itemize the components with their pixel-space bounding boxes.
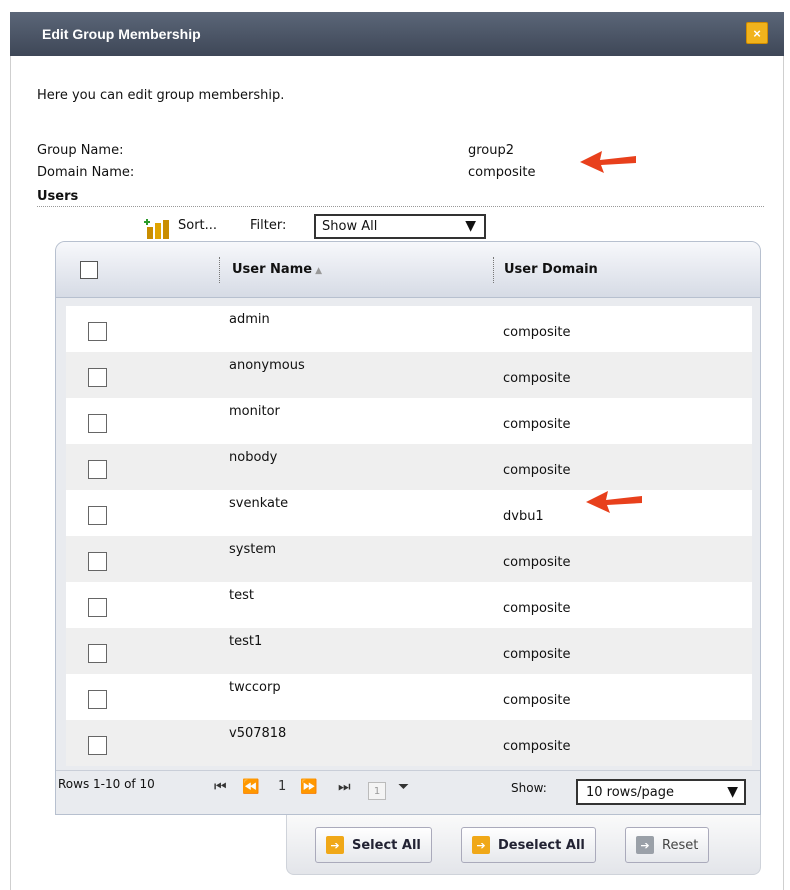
chevron-down-icon: ▼ <box>465 218 476 234</box>
domain-name-label: Domain Name: <box>37 165 135 180</box>
table-row[interactable]: anonymous composite <box>66 352 752 398</box>
group-name-label: Group Name: <box>37 143 124 158</box>
table-row[interactable]: svenkate dvbu1 <box>66 490 752 536</box>
row-checkbox[interactable] <box>88 598 107 617</box>
grid-rows: admin composite anonymous composite moni… <box>66 306 752 766</box>
row-checkbox[interactable] <box>88 690 107 709</box>
users-section-title: Users <box>37 189 79 204</box>
current-page: 1 <box>278 779 287 794</box>
table-row[interactable]: admin composite <box>66 306 752 352</box>
table-row[interactable]: twccorp composite <box>66 674 752 720</box>
column-separator <box>219 257 220 283</box>
intro-text: Here you can edit group membership. <box>37 88 285 103</box>
user-name-cell: system <box>229 542 276 557</box>
user-domain-cell: composite <box>503 417 571 432</box>
table-row[interactable]: system composite <box>66 536 752 582</box>
row-checkbox[interactable] <box>88 552 107 571</box>
page-number-input[interactable]: 1 <box>368 782 386 800</box>
last-page-icon[interactable]: ⏭ <box>338 779 351 795</box>
go-to-page-icon[interactable]: ⏷ <box>398 779 409 795</box>
table-row[interactable]: v507818 composite <box>66 720 752 766</box>
row-checkbox[interactable] <box>88 506 107 525</box>
rows-per-page-value: 10 rows/page <box>586 784 674 800</box>
column-separator <box>493 257 494 283</box>
next-page-icon[interactable]: ⏩ <box>300 779 317 795</box>
button-bar: ➔ Select All ➔ Deselect All ➔ Reset <box>286 815 761 875</box>
filter-label: Filter: <box>250 218 287 233</box>
close-icon[interactable]: × <box>746 22 768 44</box>
annotation-arrow-icon <box>586 491 642 513</box>
first-page-icon[interactable]: ⏮ <box>214 779 227 795</box>
column-header-user-name[interactable]: User Name ▲ <box>232 262 322 277</box>
dialog-title: Edit Group Membership <box>42 26 201 42</box>
column-header-user-domain[interactable]: User Domain <box>504 262 598 277</box>
user-name-cell: test1 <box>229 634 263 649</box>
previous-page-icon[interactable]: ⏪ <box>242 779 259 795</box>
row-checkbox[interactable] <box>88 322 107 341</box>
deselect-all-button[interactable]: ➔ Deselect All <box>461 827 596 863</box>
section-divider <box>37 206 764 207</box>
user-domain-cell: composite <box>503 371 571 386</box>
user-name-cell: anonymous <box>229 358 305 373</box>
user-name-cell: admin <box>229 312 270 327</box>
row-checkbox[interactable] <box>88 460 107 479</box>
annotation-arrow-icon <box>580 151 636 173</box>
table-row[interactable]: nobody composite <box>66 444 752 490</box>
grid-footer: Rows 1-10 of 10 ⏮ ⏪ 1 ⏩ ⏭ 1 ⏷ Show: 10 r… <box>56 770 760 814</box>
rows-info: Rows 1-10 of 10 <box>58 777 155 791</box>
user-name-cell: svenkate <box>229 496 289 511</box>
table-row[interactable]: test composite <box>66 582 752 628</box>
user-domain-cell: composite <box>503 601 571 616</box>
sort-icon[interactable] <box>144 218 172 240</box>
dialog-titlebar: Edit Group Membership × <box>10 12 784 56</box>
arrow-right-icon: ➔ <box>326 836 344 854</box>
user-domain-cell: composite <box>503 463 571 478</box>
group-name-value: group2 <box>468 143 515 158</box>
table-row[interactable]: test1 composite <box>66 628 752 674</box>
select-all-button[interactable]: ➔ Select All <box>315 827 432 863</box>
filter-value: Show All <box>322 219 378 234</box>
user-name-cell: v507818 <box>229 726 287 741</box>
user-domain-cell: composite <box>503 325 571 340</box>
users-grid: User Name ▲ User Domain admin composite a… <box>55 241 761 815</box>
chevron-down-icon: ▼ <box>727 784 738 800</box>
rows-per-page-select[interactable]: 10 rows/page ▼ <box>576 779 746 805</box>
user-name-cell: nobody <box>229 450 278 465</box>
show-label: Show: <box>511 781 547 795</box>
user-domain-cell: composite <box>503 647 571 662</box>
row-checkbox[interactable] <box>88 414 107 433</box>
sort-ascending-icon: ▲ <box>315 266 322 276</box>
reset-button[interactable]: ➔ Reset <box>625 827 710 863</box>
row-checkbox[interactable] <box>88 644 107 663</box>
sort-button[interactable]: Sort... <box>178 218 217 233</box>
user-domain-cell: composite <box>503 739 571 754</box>
user-name-cell: test <box>229 588 254 603</box>
domain-name-value: composite <box>468 165 536 180</box>
user-domain-cell: dvbu1 <box>503 509 544 524</box>
row-checkbox[interactable] <box>88 736 107 755</box>
select-all-checkbox[interactable] <box>80 261 98 279</box>
filter-select[interactable]: Show All ▼ <box>314 214 486 239</box>
user-name-cell: monitor <box>229 404 280 419</box>
arrow-right-icon: ➔ <box>472 836 490 854</box>
arrow-right-icon: ➔ <box>636 836 654 854</box>
user-domain-cell: composite <box>503 693 571 708</box>
user-domain-cell: composite <box>503 555 571 570</box>
row-checkbox[interactable] <box>88 368 107 387</box>
table-row[interactable]: monitor composite <box>66 398 752 444</box>
grid-header: User Name ▲ User Domain <box>56 242 760 298</box>
user-name-cell: twccorp <box>229 680 281 695</box>
